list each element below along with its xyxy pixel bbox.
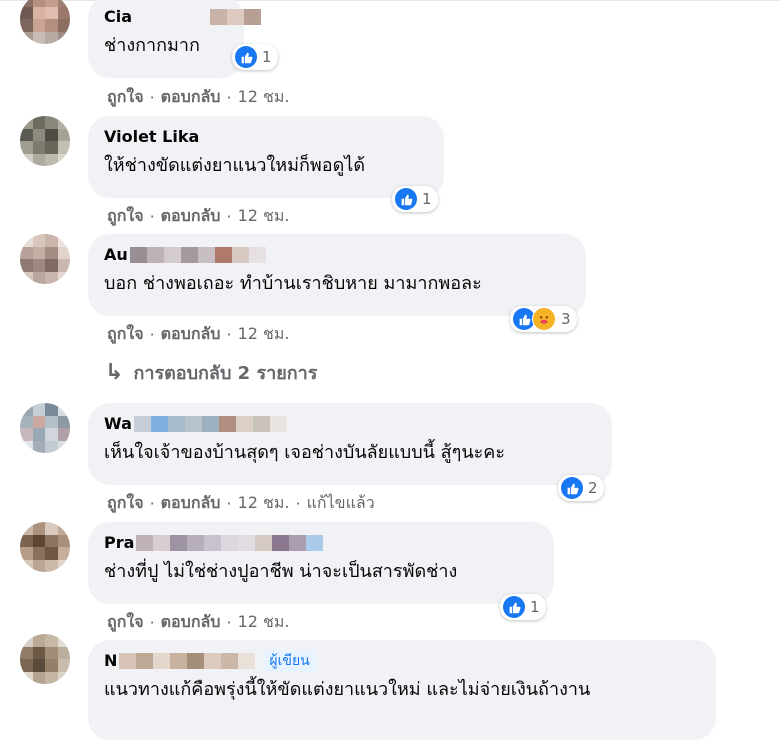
- comment-author[interactable]: N ผู้เขียน: [104, 650, 700, 672]
- comment-text: บอก ช่างพอเถอะ ทำบ้านเราชิบหาย มามากพอละ: [104, 273, 482, 294]
- comment-author[interactable]: Pra: [104, 532, 538, 554]
- comment-text: เห็นใจเจ้าของบ้านสุดๆ เจอช่างบันลัยแบบนี…: [104, 442, 506, 463]
- reaction-summary[interactable]: 3: [510, 306, 577, 332]
- reply-button[interactable]: ตอบกลับ: [161, 610, 221, 635]
- separator-dot: ·: [226, 325, 232, 344]
- separator-dot: ·: [226, 88, 232, 107]
- comment-actions: ถูกใจ · ตอบกลับ · 12 ชม.: [107, 85, 290, 110]
- like-reaction-icon: [395, 188, 417, 210]
- separator-dot: ·: [149, 613, 155, 632]
- author-name[interactable]: N: [104, 650, 117, 672]
- separator-dot: ·: [149, 207, 155, 226]
- avatar[interactable]: [20, 0, 70, 44]
- comment-bubble: N ผู้เขียน แนวทางแก้คือพรุ่งนี้ให้ขัดแต่…: [88, 640, 716, 740]
- comment-text: ให้ช่างขัดแต่งยาแนวใหม่ก็พอดูได้: [104, 155, 366, 176]
- view-replies-label[interactable]: การตอบกลับ 2 รายการ: [133, 358, 317, 387]
- like-button[interactable]: ถูกใจ: [107, 85, 144, 110]
- like-button[interactable]: ถูกใจ: [107, 204, 144, 229]
- comment-text: ช่างที่ปู ไม่ใช่ช่างปูอาชีพ น่าจะเป็นสาร…: [104, 561, 458, 582]
- comment-item: Au บอก ช่างพอเถอะ ทำบ้านเราชิบหาย มามากพ…: [0, 234, 780, 346]
- redacted-name: [210, 9, 262, 25]
- avatar[interactable]: [20, 403, 70, 453]
- comment-item: Wa เห็นใจเจ้าของบ้านสุดๆ เจอช่างบันลัยแบ…: [0, 403, 780, 515]
- comment-bubble: Violet Lika ให้ช่างขัดแต่งยาแนวใหม่ก็พอด…: [88, 116, 444, 198]
- separator-dot: ·: [226, 494, 232, 513]
- author-name[interactable]: Wa: [104, 413, 132, 435]
- separator-dot: ·: [226, 613, 232, 632]
- separator-dot: ·: [149, 88, 155, 107]
- timestamp[interactable]: 12 ชม.: [238, 610, 290, 635]
- author-name[interactable]: Au: [104, 244, 128, 266]
- edited-label[interactable]: แก้ไขแล้ว: [307, 491, 375, 516]
- avatar[interactable]: [20, 634, 70, 684]
- reply-arrow-icon: ↳: [105, 360, 124, 385]
- comment-actions: ถูกใจ · ตอบกลับ · 12 ชม.: [107, 322, 290, 347]
- like-button[interactable]: ถูกใจ: [107, 491, 144, 516]
- reaction-count: 1: [530, 598, 540, 616]
- avatar[interactable]: [20, 522, 70, 572]
- separator-dot: ·: [295, 494, 301, 513]
- author-name[interactable]: Cia: [104, 6, 132, 28]
- like-button[interactable]: ถูกใจ: [107, 610, 144, 635]
- reaction-count: 1: [422, 190, 432, 208]
- care-reaction-icon: [532, 307, 556, 331]
- comment-bubble: Pra ช่างที่ปู ไม่ใช่ช่างปูอาชีพ น่าจะเป็…: [88, 522, 554, 604]
- timestamp[interactable]: 12 ชม.: [238, 204, 290, 229]
- comment-text: ช่างกากมาก: [104, 35, 200, 56]
- timestamp[interactable]: 12 ชม.: [238, 322, 290, 347]
- author-name[interactable]: Pra: [104, 532, 134, 554]
- avatar[interactable]: [20, 234, 70, 284]
- avatar[interactable]: [20, 116, 70, 166]
- like-button[interactable]: ถูกใจ: [107, 322, 144, 347]
- redacted-name: [129, 247, 266, 263]
- reaction-summary[interactable]: 1: [232, 44, 278, 70]
- redacted-name: [136, 535, 324, 551]
- reaction-count: 2: [588, 479, 598, 497]
- reply-button[interactable]: ตอบกลับ: [161, 491, 221, 516]
- separator-dot: ·: [149, 325, 155, 344]
- timestamp[interactable]: 12 ชม.: [238, 85, 290, 110]
- separator-dot: ·: [226, 207, 232, 226]
- comment-bubble: Cia ช่างกากมาก: [88, 0, 262, 78]
- comment-bubble: Wa เห็นใจเจ้าของบ้านสุดๆ เจอช่างบันลัยแบ…: [88, 403, 612, 485]
- comment-author[interactable]: Violet Lika: [104, 126, 428, 148]
- timestamp[interactable]: 12 ชม.: [238, 491, 290, 516]
- comment-actions: ถูกใจ · ตอบกลับ · 12 ชม.: [107, 204, 290, 229]
- reaction-summary[interactable]: 1: [500, 594, 546, 620]
- separator-dot: ·: [149, 494, 155, 513]
- reply-button[interactable]: ตอบกลับ: [161, 322, 221, 347]
- reaction-count: 3: [561, 310, 571, 328]
- reaction-summary[interactable]: 1: [392, 186, 438, 212]
- redacted-name: [133, 416, 287, 432]
- comment-author[interactable]: Cia: [104, 6, 262, 28]
- comment-author[interactable]: Au: [104, 244, 570, 266]
- comment-text: แนวทางแก้คือพรุ่งนี้ให้ขัดแต่งยาแนวใหม่ …: [104, 679, 591, 700]
- view-replies-link[interactable]: ↳ การตอบกลับ 2 รายการ: [105, 358, 317, 387]
- comment-item: N ผู้เขียน แนวทางแก้คือพรุ่งนี้ให้ขัดแต่…: [0, 634, 780, 740]
- reply-button[interactable]: ตอบกลับ: [161, 85, 221, 110]
- like-reaction-icon: [235, 46, 257, 68]
- author-name[interactable]: Violet Lika: [104, 126, 199, 148]
- author-badge: ผู้เขียน: [263, 650, 316, 672]
- like-reaction-icon: [561, 477, 583, 499]
- reaction-count: 1: [262, 48, 272, 66]
- comment-item: Cia ช่างกากมาก 1 ถูกใจ · ตอบกลับ · 12 ชม…: [0, 0, 780, 110]
- redacted-name: [119, 653, 256, 669]
- comment-actions: ถูกใจ · ตอบกลับ · 12 ชม.: [107, 610, 290, 635]
- comment-bubble: Au บอก ช่างพอเถอะ ทำบ้านเราชิบหาย มามากพ…: [88, 234, 586, 316]
- comment-author[interactable]: Wa: [104, 413, 596, 435]
- comment-item: Pra ช่างที่ปู ไม่ใช่ช่างปูอาชีพ น่าจะเป็…: [0, 522, 780, 634]
- like-reaction-icon: [503, 596, 525, 618]
- reply-button[interactable]: ตอบกลับ: [161, 204, 221, 229]
- comment-actions: ถูกใจ · ตอบกลับ · 12 ชม. · แก้ไขแล้ว: [107, 491, 375, 516]
- comment-item: Violet Lika ให้ช่างขัดแต่งยาแนวใหม่ก็พอด…: [0, 116, 780, 226]
- reaction-summary[interactable]: 2: [558, 475, 604, 501]
